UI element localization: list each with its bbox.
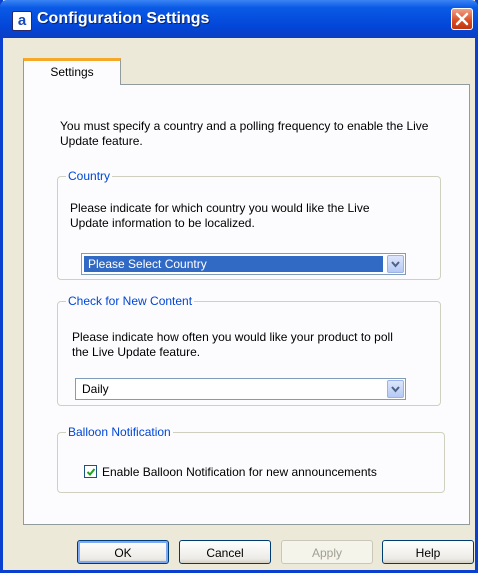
close-button[interactable] xyxy=(451,8,473,30)
country-select[interactable]: Please Select Country xyxy=(81,253,406,275)
window-title: Configuration Settings xyxy=(37,10,210,27)
check-new-content-group: Check for New Content Please indicate ho… xyxy=(57,294,441,406)
app-icon: a xyxy=(12,11,32,31)
check-new-content-legend: Check for New Content xyxy=(68,294,193,308)
help-button[interactable]: Help xyxy=(382,540,474,564)
checkmark-icon xyxy=(86,468,96,476)
check-new-content-description: Please indicate how often you would like… xyxy=(72,330,393,359)
polling-frequency-select[interactable]: Daily xyxy=(75,378,406,400)
country-group: Country Please indicate for which countr… xyxy=(57,169,441,280)
country-description: Please indicate for which country you wo… xyxy=(70,201,370,230)
title-bar[interactable]: a Configuration Settings xyxy=(0,0,478,38)
cancel-button[interactable]: Cancel xyxy=(179,540,271,564)
chevron-down-icon xyxy=(391,386,400,393)
chevron-down-icon xyxy=(391,261,400,268)
configuration-settings-dialog: a Configuration Settings Settings You mu… xyxy=(0,0,478,573)
balloon-notification-label[interactable]: Enable Balloon Notification for new anno… xyxy=(102,465,377,479)
tab-settings[interactable]: Settings xyxy=(23,58,121,85)
country-select-value: Please Select Country xyxy=(84,256,383,272)
country-legend: Country xyxy=(68,169,111,183)
intro-text: You must specify a country and a polling… xyxy=(60,119,429,148)
balloon-notification-group: Balloon Notification Enable Balloon Noti… xyxy=(57,425,445,493)
country-dropdown-button[interactable] xyxy=(387,255,404,273)
settings-panel: You must specify a country and a polling… xyxy=(23,84,470,525)
balloon-notification-checkbox[interactable] xyxy=(84,465,97,478)
balloon-notification-legend: Balloon Notification xyxy=(68,425,171,439)
polling-frequency-dropdown-button[interactable] xyxy=(387,380,404,398)
close-icon xyxy=(455,12,469,26)
ok-button[interactable]: OK xyxy=(77,540,169,564)
polling-frequency-value: Daily xyxy=(82,382,109,396)
apply-button[interactable]: Apply xyxy=(281,540,373,564)
